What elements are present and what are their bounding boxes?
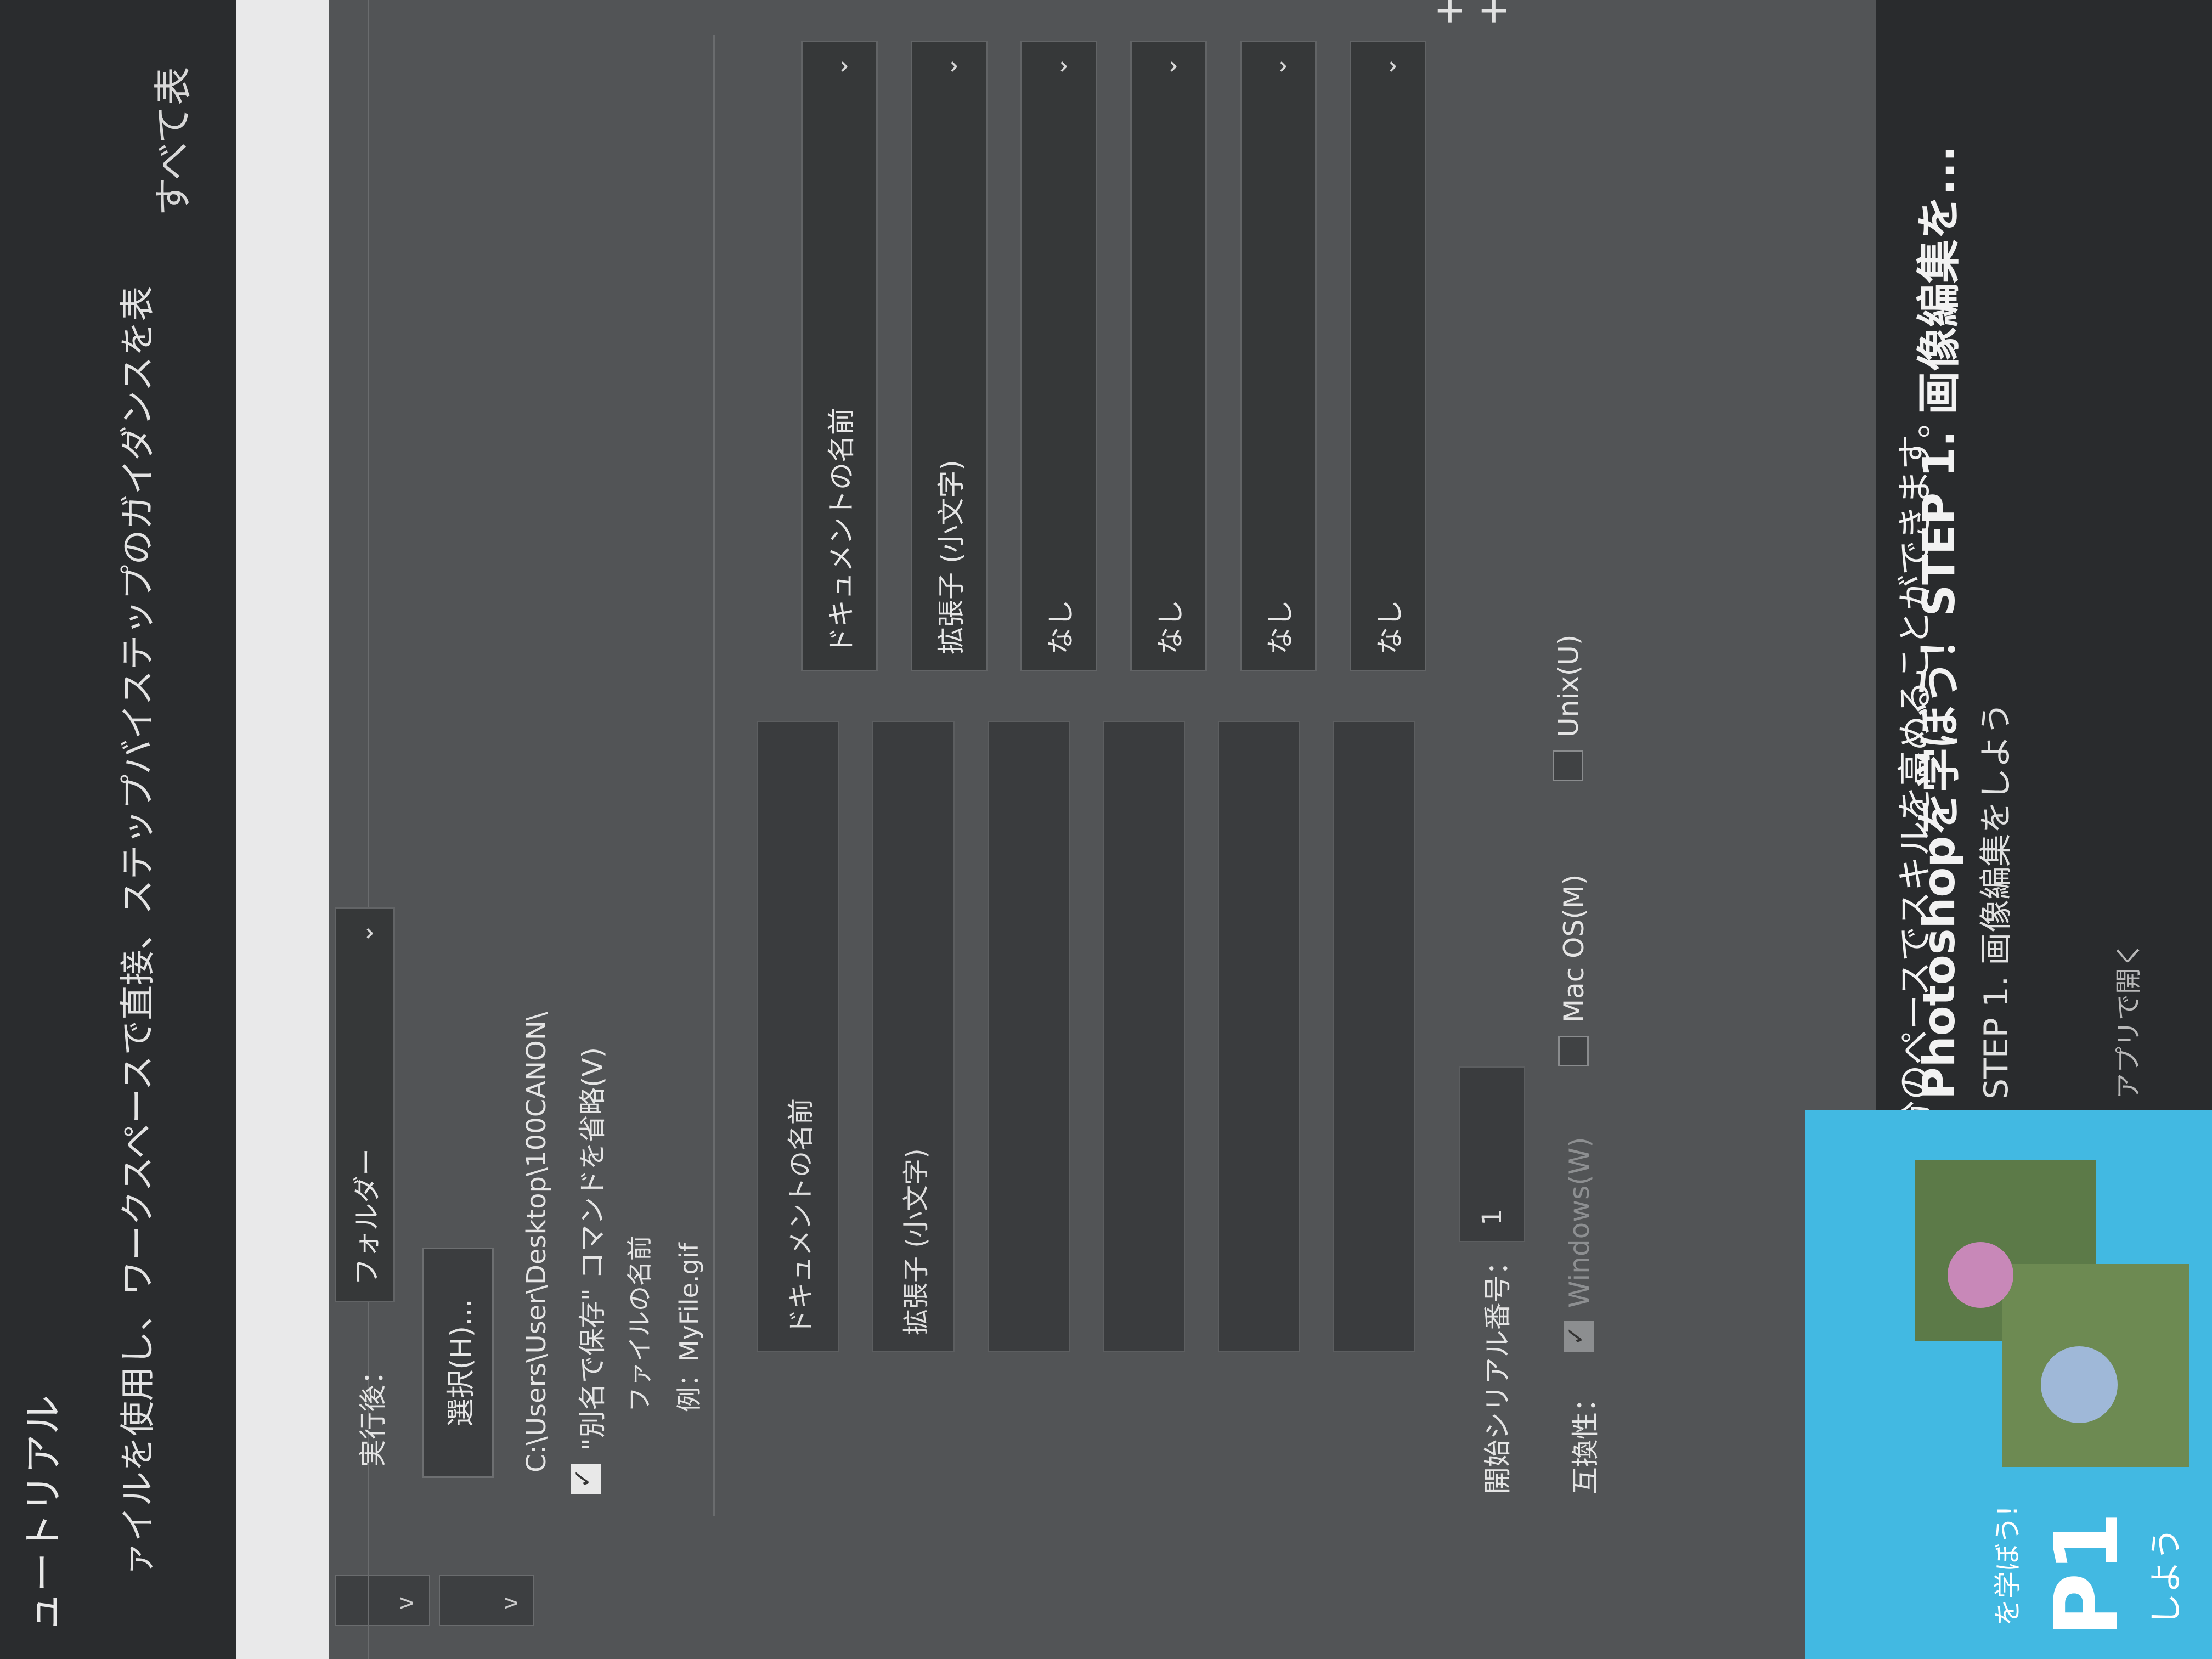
serial-input[interactable]: 1 <box>1459 1066 1525 1242</box>
after-dropdown[interactable]: フォルダー ⌄ <box>335 907 395 1302</box>
name-dropdown-4[interactable]: なし ⌄ <box>1130 41 1207 672</box>
chevron-down-icon: v <box>393 1596 418 1610</box>
open-in-app-link[interactable]: アプリで開く <box>2107 941 2145 1099</box>
mac-checkbox[interactable] <box>1558 1036 1589 1066</box>
name-dropdown-2[interactable]: 拡張子 (小文字) ⌄ <box>911 41 988 672</box>
name-field-3[interactable] <box>988 721 1070 1352</box>
chevron-down-icon: ⌄ <box>1045 57 1073 77</box>
chevron-down-icon: ⌄ <box>1374 57 1402 77</box>
batch-dialog: v v 実行後： フォルダー ⌄ 選択(H)... C:\Users\User\… <box>329 0 1876 1659</box>
skip-save-as-checkbox[interactable] <box>571 1464 601 1494</box>
select-button-label: 選択(H)... <box>444 1299 478 1427</box>
name-field-1-value: ドキュメントの名前 <box>786 1098 816 1335</box>
name-field-2[interactable]: 拡張子 (小文字) <box>872 721 955 1352</box>
chevron-down-icon: ⌄ <box>825 57 854 77</box>
name-dropdown-5[interactable]: なし ⌄ <box>1240 41 1317 672</box>
tutorial-description: ァイルを使用し、ワークスペースで直接、ステップバイステップのガイダンスを表 <box>118 286 159 1577</box>
select-button[interactable]: 選択(H)... <box>422 1248 494 1478</box>
after-label: 実行後： <box>357 1357 389 1467</box>
name-dropdown-3[interactable]: なし ⌄ <box>1020 41 1097 672</box>
name-field-2-value: 拡張子 (小文字) <box>901 1148 932 1335</box>
name-dropdown-3-value: なし <box>1045 600 1077 654</box>
divider <box>368 24 369 902</box>
tutorial-title: ュートリアル <box>20 1395 66 1632</box>
thumb-big-text: P1 <box>2035 1511 2138 1637</box>
name-dropdown-2-value: 拡張子 (小文字) <box>935 460 967 654</box>
screen: ュートリアル ァイルを使用し、ワークスペースで直接、ステップバイステップのガイダ… <box>0 0 2212 1659</box>
mac-label: Mac OS(M) <box>1558 874 1590 1023</box>
banner-subtitle: STEP 1. 画像編集をしよう <box>1977 702 2016 1099</box>
flower-image <box>1948 1242 2013 1308</box>
chevron-down-icon: v <box>497 1596 522 1610</box>
skip-save-as-label: "別名で保存" コマンドを省略(V) <box>577 1047 608 1451</box>
flower-image <box>2041 1346 2118 1423</box>
unix-label: Unix(U) <box>1553 634 1584 737</box>
thumb-bottom-text: しよう <box>2147 1527 2186 1626</box>
serial-label: 開始シリアル番号： <box>1482 1248 1514 1495</box>
banner-title[interactable]: Photoshopを学ぼう！STEP 1. 画像編集を... <box>1904 145 1967 1099</box>
name-dropdown-5-value: なし <box>1265 600 1296 654</box>
windows-checkbox[interactable] <box>1564 1321 1594 1352</box>
chevron-down-icon: ⌄ <box>1264 57 1293 77</box>
plus-icon[interactable]: + <box>1470 0 1515 27</box>
windows-label: Windows(W) <box>1564 1137 1595 1308</box>
unix-checkbox[interactable] <box>1553 751 1583 781</box>
file-name-label: ファイルの名前 <box>625 1235 654 1412</box>
divider-strip <box>236 0 329 1659</box>
plus-icon[interactable]: + <box>1426 0 1471 27</box>
banner-thumbnail[interactable]: を学ぼう! P1 しよう <box>1805 1110 2212 1659</box>
name-dropdown-6[interactable]: なし ⌄ <box>1350 41 1426 672</box>
name-dropdown-6-value: なし <box>1374 600 1406 654</box>
compat-label: 互換性： <box>1570 1385 1601 1494</box>
show-all-link[interactable]: すべて表 <box>143 67 198 216</box>
chevron-down-icon: ⌄ <box>935 57 963 77</box>
chevron-down-icon: ⌄ <box>1154 57 1183 77</box>
divider <box>713 35 715 1516</box>
thumb-small-text: を学ぼう! <box>1992 1505 2024 1626</box>
name-field-4[interactable] <box>1103 721 1185 1352</box>
combo-small-1[interactable]: v <box>335 1575 430 1626</box>
serial-value: 1 <box>1477 1209 1508 1226</box>
name-dropdown-4-value: なし <box>1155 600 1187 654</box>
name-field-1[interactable]: ドキュメントの名前 <box>757 721 839 1352</box>
name-dropdown-1-value: ドキュメントの名前 <box>826 408 857 654</box>
name-field-6[interactable] <box>1333 721 1415 1352</box>
chevron-down-icon: ⌄ <box>351 923 379 944</box>
destination-path: C:\Users\User\Desktop\100CANON\ <box>521 1012 552 1472</box>
combo-small-2[interactable]: v <box>439 1575 534 1626</box>
tutorial-panel: ュートリアル ァイルを使用し、ワークスペースで直接、ステップバイステップのガイダ… <box>0 0 236 1659</box>
after-value: フォルダー <box>351 1148 383 1285</box>
name-dropdown-1[interactable]: ドキュメントの名前 ⌄ <box>801 41 878 672</box>
example-label: 例：MyFile.gif <box>674 1243 704 1412</box>
name-field-5[interactable] <box>1218 721 1300 1352</box>
